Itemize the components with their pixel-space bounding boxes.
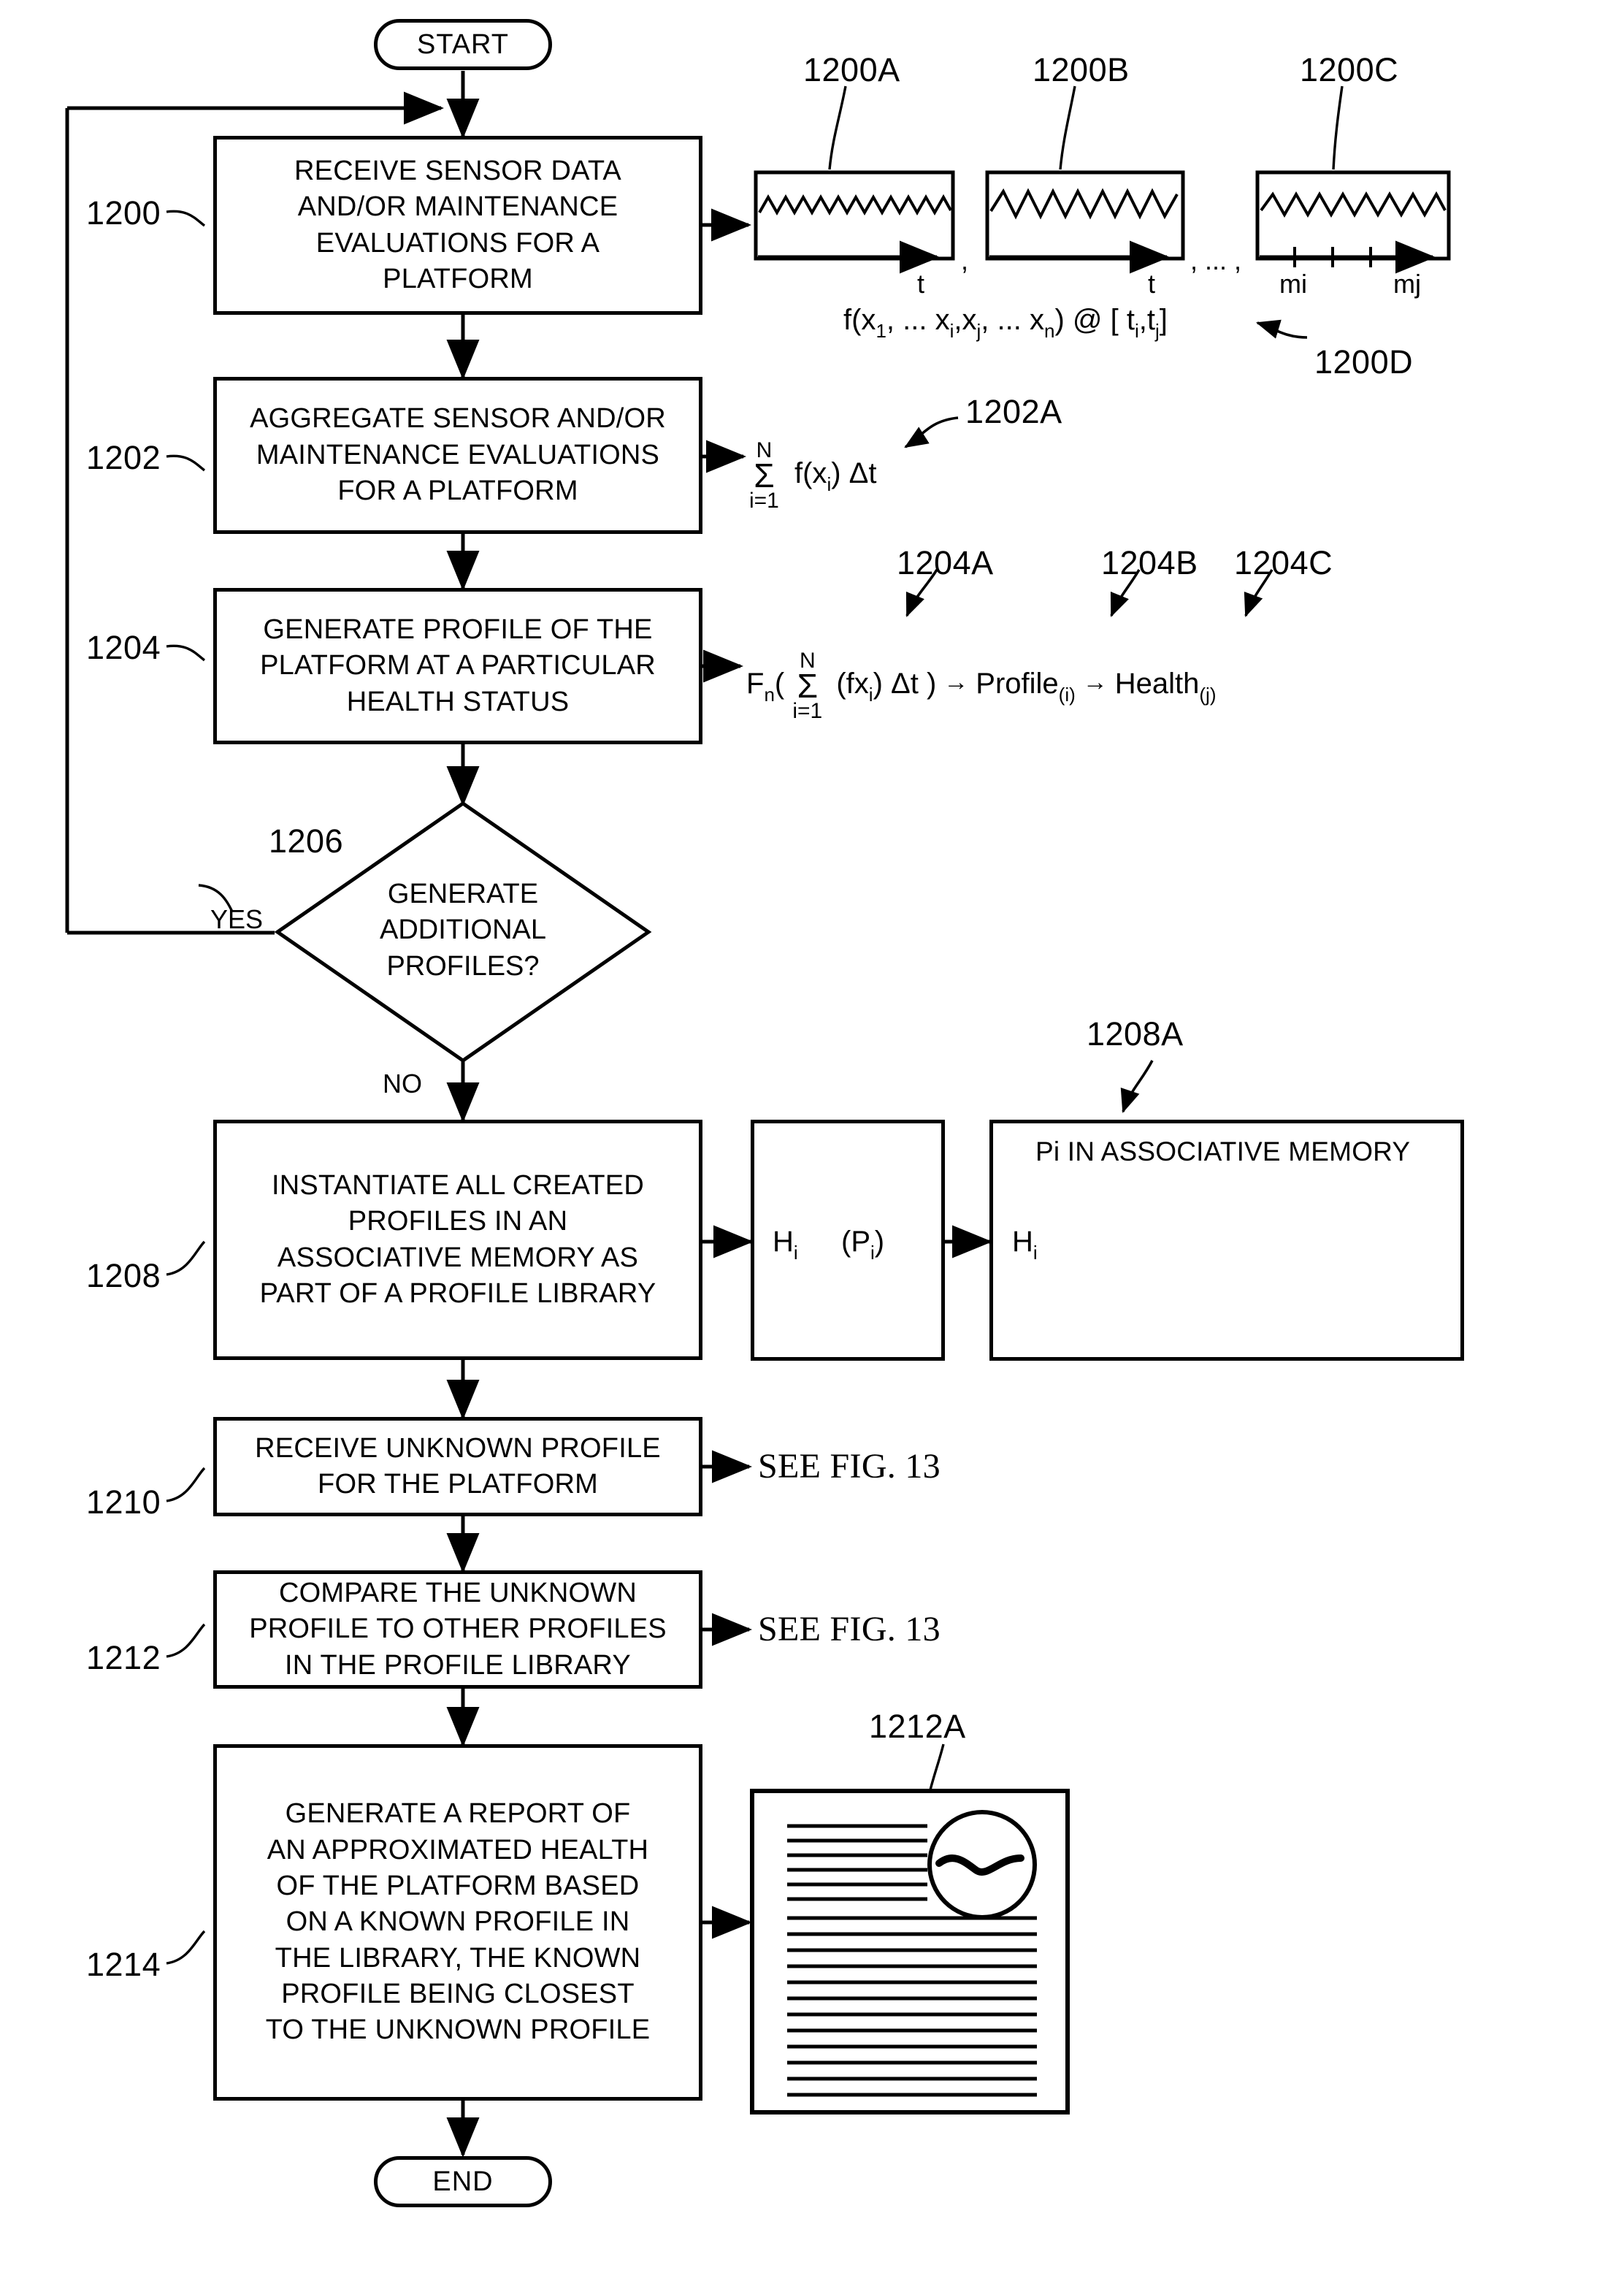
formula-1200D-sub4: n: [1043, 319, 1055, 342]
figure-canvas: START END RECEIVE SENSOR DATA AND/OR MAI…: [0, 0, 1624, 2273]
sigma-block-1204A: N Σ i=1: [792, 650, 823, 723]
p-label-tail: ): [874, 1226, 885, 1258]
process-box-1214-text: GENERATE A REPORT OF AN APPROXIMATED HEA…: [265, 1798, 651, 2046]
terminator-end-label: END: [432, 2166, 494, 2197]
sensor-plot-1200C: [1255, 170, 1451, 274]
ref-1200: 1200: [86, 194, 161, 232]
process-box-1208-text: INSTANTIATE ALL CREATED PROFILES IN AN A…: [259, 1169, 656, 1309]
process-box-1210-text: RECEIVE UNKNOWN PROFILE FOR THE PLATFORM: [255, 1432, 661, 1500]
sigma-glyph-1204A: Σ: [797, 666, 819, 705]
process-box-1204: GENERATE PROFILE OF THE PLATFORM AT A PA…: [213, 588, 702, 744]
see-fig-13-from-1210: SEE FIG. 13: [758, 1447, 941, 1486]
process-box-1214: GENERATE A REPORT OF AN APPROXIMATED HEA…: [213, 1744, 702, 2101]
ref-1202: 1202: [86, 439, 161, 476]
formula-1204C-health: Health: [1114, 667, 1200, 700]
plot-axis-label-t-a: t: [917, 269, 925, 299]
formula-1202A-body: f(x: [794, 456, 827, 489]
associative-memory-title: Pi IN ASSOCIATIVE MEMORY: [1035, 1136, 1411, 1166]
h-label-left-sub: i: [793, 1241, 798, 1264]
branch-label-no: NO: [383, 1069, 422, 1099]
formula-1200D-mid2: ,x: [954, 304, 977, 336]
ref-1200A: 1200A: [803, 51, 900, 88]
h-label-right-text: H: [1012, 1226, 1033, 1258]
terminator-start: START: [374, 19, 552, 70]
plot-separator-comma: ,: [961, 245, 969, 275]
formula-1204-inner-tail: ) Δt ): [873, 667, 937, 700]
report-document-graphic: [750, 1789, 1070, 2115]
h-label-right-sub: i: [1033, 1241, 1038, 1264]
h-label-left-text: H: [773, 1226, 794, 1258]
ref-1208: 1208: [86, 1257, 161, 1294]
process-box-1202-text: AGGREGATE SENSOR AND/OR MAINTENANCE EVAL…: [250, 403, 666, 507]
formula-1204-F: F: [746, 667, 765, 700]
plot-axis-label-t-b: t: [1148, 269, 1156, 299]
terminator-start-label: START: [416, 28, 510, 60]
process-box-1212: COMPARE THE UNKNOWN PROFILE TO OTHER PRO…: [213, 1570, 702, 1689]
formula-1200D-sub1: 1: [876, 319, 886, 342]
formula-1204-arrow-1: →: [943, 668, 969, 696]
ref-1208A: 1208A: [1087, 1015, 1184, 1053]
ref-1206: 1206: [269, 822, 344, 860]
process-box-1200: RECEIVE SENSOR DATA AND/OR MAINTENANCE E…: [213, 136, 702, 315]
formula-1200D: f(x1, ... xi,xj, ... xn) @ [ ti,tj]: [843, 305, 1168, 340]
see-fig-13-from-1212: SEE FIG. 13: [758, 1610, 941, 1649]
formula-1204: Fn( N Σ i=1 (fxi) Δt ) → Profile(i) → Health…: [746, 650, 1217, 723]
formula-1204-arrow-2: →: [1082, 668, 1108, 696]
branch-label-yes: YES: [210, 904, 264, 934]
sigma-block-1202A: N Σ i=1: [749, 440, 779, 513]
process-box-1210: RECEIVE UNKNOWN PROFILE FOR THE PLATFORM: [213, 1417, 702, 1516]
formula-1200D-mid3: , ... x: [981, 304, 1044, 336]
ref-1212: 1212: [86, 1639, 161, 1676]
formula-1204-inner: (fx: [836, 667, 869, 700]
ref-1200B: 1200B: [1033, 51, 1130, 88]
process-box-1212-text: COMPARE THE UNKNOWN PROFILE TO OTHER PRO…: [249, 1577, 667, 1681]
sensor-plot-1200A: [754, 170, 955, 274]
h-label-left: Hi: [773, 1227, 798, 1262]
plot-tick-label-mj: mj: [1393, 269, 1421, 299]
ref-1200D: 1200D: [1314, 343, 1414, 381]
ref-1200C: 1200C: [1300, 51, 1399, 88]
formula-1200D-mid5: ,t: [1138, 304, 1155, 336]
process-box-1204-text: GENERATE PROFILE OF THE PLATFORM AT A PA…: [260, 614, 656, 717]
process-box-1202: AGGREGATE SENSOR AND/OR MAINTENANCE EVAL…: [213, 377, 702, 534]
h-label-right: Hi: [1012, 1227, 1038, 1262]
sigma-lower-1204A: i=1: [792, 698, 823, 723]
ref-1212A: 1212A: [869, 1708, 966, 1745]
sigma-glyph-1202A: Σ: [754, 456, 775, 494]
formula-1200D-mid1: , ... x: [886, 304, 950, 336]
ref-1210: 1210: [86, 1483, 161, 1521]
formula-1200D-lead: f(x: [843, 304, 876, 336]
formula-1202A: N Σ i=1 f(xi) Δt: [749, 440, 877, 513]
formula-1204B-profile: Profile: [976, 667, 1059, 700]
formula-1202A-tail: ) Δt: [831, 456, 877, 489]
formula-1200D-mid4: ) @ [ t: [1054, 304, 1135, 336]
decision-label-1206: GENERATE ADDITIONAL PROFILES?: [379, 879, 547, 982]
terminator-end: END: [374, 2156, 552, 2207]
ref-1202A: 1202A: [965, 393, 1062, 430]
formula-1204C-health-sub: (j): [1199, 683, 1217, 706]
formula-1204-F-sub: n: [764, 683, 775, 706]
formula-1204B-profile-sub: (i): [1058, 683, 1076, 706]
p-label: (Pi): [841, 1227, 884, 1262]
ref-1204: 1204: [86, 629, 161, 666]
sigma-lower-1202A: i=1: [749, 488, 779, 513]
ref-1204C: 1204C: [1234, 544, 1333, 581]
ref-1204A: 1204A: [897, 544, 994, 581]
plot-tick-label-mi: mi: [1279, 269, 1307, 299]
p-label-text: (P: [841, 1226, 870, 1258]
formula-1200D-tail: ]: [1159, 304, 1168, 336]
ref-1214: 1214: [86, 1946, 161, 1983]
formula-1204-open: (: [774, 667, 785, 700]
plot-separator-ellipsis: , ... ,: [1190, 245, 1242, 275]
sensor-plot-1200B: [985, 170, 1185, 274]
process-box-1200-text: RECEIVE SENSOR DATA AND/OR MAINTENANCE E…: [294, 155, 621, 294]
process-box-1208: INSTANTIATE ALL CREATED PROFILES IN AN A…: [213, 1120, 702, 1360]
ref-1204B: 1204B: [1101, 544, 1198, 581]
